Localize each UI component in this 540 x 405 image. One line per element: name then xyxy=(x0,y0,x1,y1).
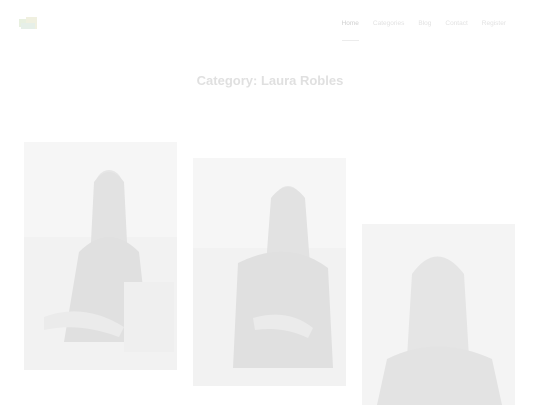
nav-item-contact[interactable]: Contact xyxy=(445,18,467,33)
main-nav: Home Categories Blog Contact Register xyxy=(341,18,506,41)
nav-item-home[interactable]: Home xyxy=(341,18,360,41)
page-title: Category: Laura Robles xyxy=(196,73,344,88)
site-logo[interactable] xyxy=(17,15,39,35)
photo-image xyxy=(193,158,346,386)
nav-item-register[interactable]: Register xyxy=(482,18,506,33)
gallery-card[interactable] xyxy=(193,158,346,386)
nav-item-blog[interactable]: Blog xyxy=(418,18,431,33)
gallery-card[interactable] xyxy=(362,224,515,405)
photo-image xyxy=(24,142,177,370)
nav-item-categories[interactable]: Categories xyxy=(373,18,404,33)
logo-icon xyxy=(19,17,37,29)
photo-image xyxy=(362,224,515,405)
gallery-card[interactable] xyxy=(24,142,177,370)
